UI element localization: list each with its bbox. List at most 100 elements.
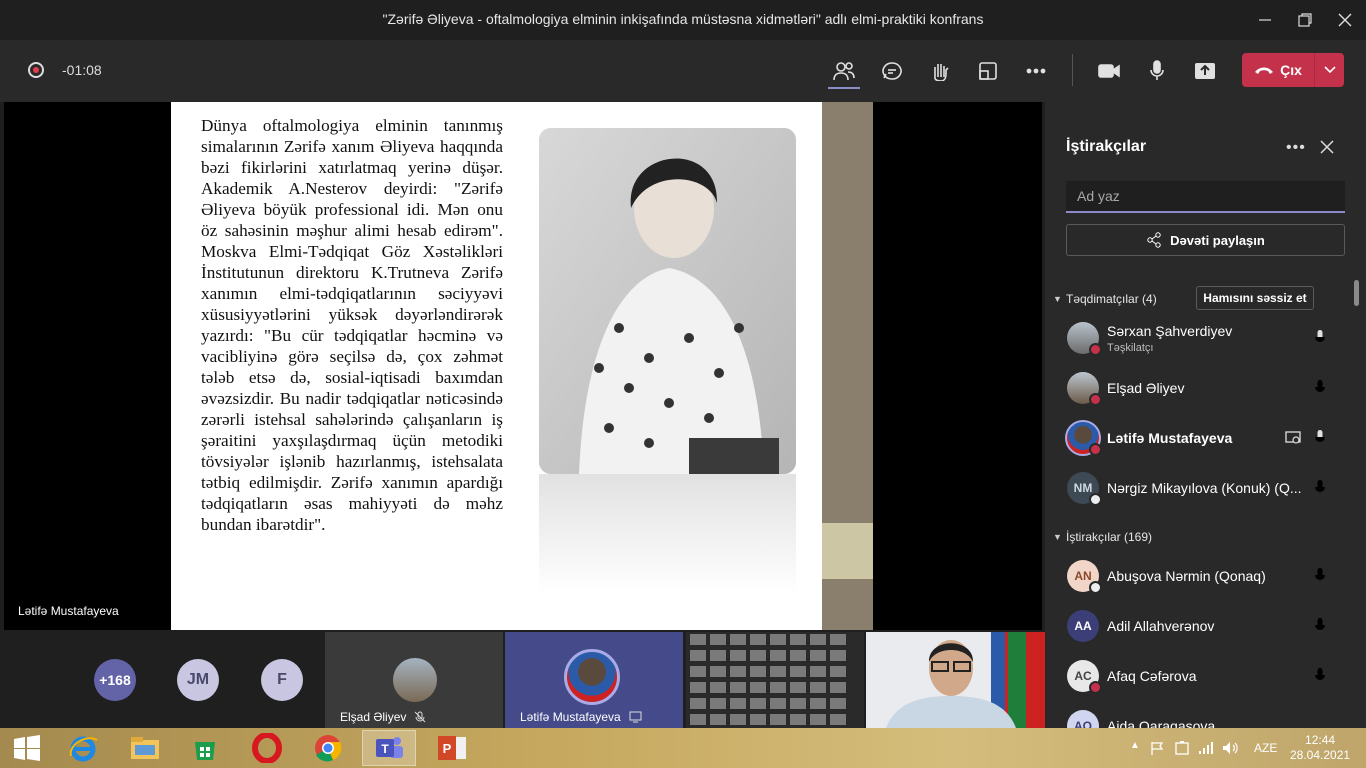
taskbar-store[interactable] — [178, 730, 232, 766]
close-panel-button[interactable] — [1320, 140, 1334, 159]
leave-options-button[interactable] — [1315, 53, 1344, 87]
close-icon — [1338, 13, 1352, 27]
taskbar-powerpoint[interactable]: P — [425, 730, 479, 766]
flag-icon[interactable] — [1150, 741, 1164, 755]
signal-icon[interactable] — [1198, 741, 1214, 755]
mic-off-icon — [1315, 480, 1325, 496]
svg-text:P: P — [443, 741, 452, 756]
mute-all-button[interactable]: Hamısını səssiz et — [1196, 286, 1314, 310]
mic-on-icon — [1315, 430, 1325, 446]
more-participants-button[interactable]: +168 — [94, 659, 136, 701]
chrome-icon — [315, 735, 342, 762]
leave-meeting-button[interactable]: Çıx — [1242, 53, 1344, 87]
chat-icon — [882, 62, 902, 80]
search-input[interactable] — [1066, 181, 1345, 213]
slide-decoration — [822, 523, 873, 579]
participant-name: Lətifə Mustafayeva — [520, 710, 621, 724]
reactions-button[interactable] — [922, 55, 958, 87]
windows-logo-icon — [14, 735, 40, 761]
taskbar-file-explorer[interactable] — [118, 730, 172, 766]
mic-on-icon — [1315, 330, 1325, 346]
avatar: AQ — [1067, 710, 1099, 728]
status-busy-icon — [1089, 443, 1102, 456]
participant-name: Nərgiz Mikayılova (Konuk) (Q... — [1107, 480, 1302, 496]
participant-row[interactable]: Sərxan Şahverdiyev Təşkilatçı — [1045, 318, 1354, 358]
avatar: AA — [1067, 610, 1099, 642]
restore-icon — [1298, 13, 1312, 27]
show-participants-button[interactable] — [826, 55, 862, 87]
taskbar-clock[interactable]: 12:44 28.04.2021 — [1290, 733, 1350, 763]
close-window-button[interactable] — [1322, 0, 1366, 40]
presenters-header[interactable]: Təqdimatçılar (4) — [1066, 292, 1157, 306]
close-icon — [1320, 140, 1334, 154]
participant-name: Adil Allahverənov — [1107, 618, 1215, 634]
share-invite-button[interactable]: Dəvəti paylaşın — [1066, 224, 1345, 256]
status-busy-icon — [1089, 343, 1102, 356]
scrollbar[interactable] — [1354, 280, 1359, 306]
collapse-caret-icon[interactable]: ▼ — [1053, 532, 1062, 542]
microphone-button[interactable] — [1139, 55, 1175, 87]
taskbar-ie[interactable] — [56, 730, 110, 766]
participant-role: Təşkilatçı — [1107, 342, 1154, 354]
portrait-photo — [539, 128, 796, 474]
svg-text:T: T — [381, 742, 389, 756]
mic-off-icon — [1315, 568, 1325, 584]
meeting-timer: -01:08 — [62, 62, 102, 78]
participant-row[interactable]: Elşad Əliyev — [1045, 368, 1354, 408]
chevron-down-icon — [1323, 66, 1336, 74]
more-options-button[interactable]: ••• — [1286, 139, 1306, 157]
battery-icon[interactable] — [1174, 740, 1190, 756]
more-actions-button[interactable] — [1018, 55, 1054, 87]
participant-name: Elşad Əliyev — [1107, 380, 1185, 396]
mic-off-icon — [1315, 618, 1325, 634]
participant-row[interactable]: AQ Aida Qaraqaşova — [1045, 706, 1354, 728]
input-language[interactable]: AZE — [1254, 741, 1277, 755]
camera-icon — [1098, 64, 1120, 78]
share-screen-button[interactable] — [1187, 55, 1223, 87]
show-chat-button[interactable] — [874, 55, 910, 87]
participant-tile-speaking[interactable]: Lətifə Mustafayeva — [505, 632, 683, 728]
taskbar-chrome[interactable] — [301, 730, 355, 766]
store-icon — [195, 742, 215, 760]
gallery-tile[interactable] — [686, 632, 864, 728]
participant-avatar[interactable]: JM — [177, 659, 219, 701]
panel-title: İştirakçılar — [1066, 138, 1147, 155]
collapse-caret-icon[interactable]: ▼ — [1053, 294, 1062, 304]
camera-button[interactable] — [1091, 55, 1127, 87]
opera-icon — [252, 733, 282, 763]
attendees-header[interactable]: İştirakçılar (169) — [1066, 530, 1152, 544]
participant-name: Lətifə Mustafayeva — [1107, 430, 1233, 446]
microphone-icon — [1150, 60, 1164, 80]
participant-name: Elşad Əliyev — [340, 710, 407, 724]
video-tile[interactable] — [866, 632, 1045, 728]
participant-row[interactable]: Lətifə Mustafayeva — [1045, 418, 1354, 458]
participant-row[interactable]: AA Adil Allahverənov — [1045, 606, 1354, 646]
status-busy-icon — [1089, 681, 1102, 694]
avatar — [564, 649, 620, 705]
status-offline-icon — [1089, 581, 1102, 594]
screen-share-icon — [629, 711, 642, 723]
participant-row[interactable]: AC Afaq Cəfərova — [1045, 656, 1354, 696]
participant-avatar[interactable]: F — [261, 659, 303, 701]
minimize-icon — [1259, 19, 1271, 21]
participant-row[interactable]: AN Abuşova Nərmin (Qonaq) — [1045, 556, 1354, 596]
participant-row[interactable]: NM Nərgiz Mikayılova (Konuk) (Q... — [1045, 468, 1354, 508]
taskbar-opera[interactable] — [240, 730, 294, 766]
start-button[interactable] — [0, 730, 54, 766]
clock-date: 28.04.2021 — [1290, 748, 1351, 762]
show-hidden-icons-button[interactable]: ▲ — [1130, 740, 1140, 751]
raise-hand-icon — [934, 64, 949, 81]
photo-reflection — [539, 474, 796, 594]
breakout-rooms-button[interactable] — [970, 55, 1006, 87]
taskbar-teams[interactable]: T — [362, 730, 416, 766]
participant-name: Afaq Cəfərova — [1107, 668, 1197, 684]
leave-button-main[interactable]: Çıx — [1242, 53, 1314, 87]
participant-name: Sərxan Şahverdiyev — [1107, 323, 1233, 339]
mic-off-icon — [414, 711, 426, 723]
clock-time: 12:44 — [1305, 733, 1336, 747]
participant-tile[interactable]: Elşad Əliyev — [325, 632, 503, 728]
window-title: "Zərifə Əliyeva - oftalmologiya elminin … — [382, 11, 984, 27]
volume-icon[interactable] — [1222, 741, 1238, 755]
participant-name: Abuşova Nərmin (Qonaq) — [1107, 568, 1266, 584]
invite-label: Dəvəti paylaşın — [1170, 232, 1265, 248]
